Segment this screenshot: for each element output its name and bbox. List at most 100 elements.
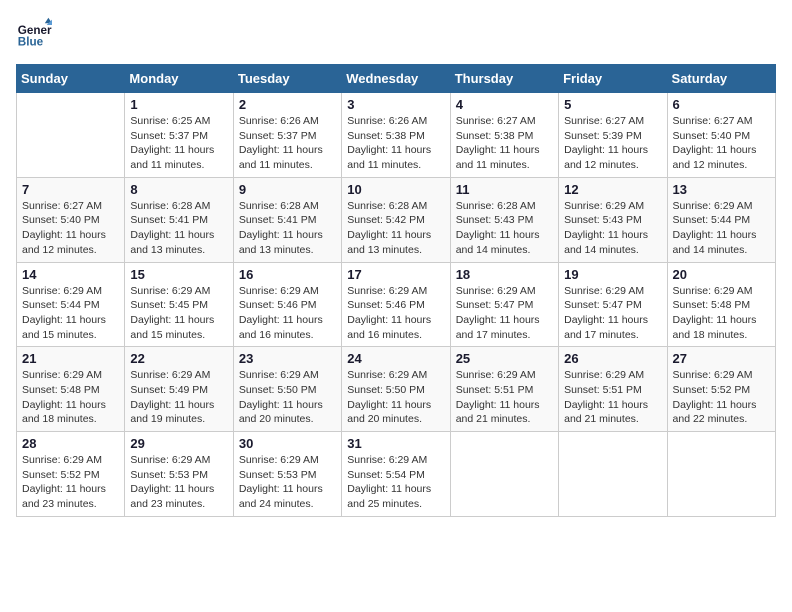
day-number: 7 [22,182,119,197]
day-number: 4 [456,97,553,112]
calendar-cell: 8 Sunrise: 6:28 AM Sunset: 5:41 PM Daylig… [125,177,233,262]
calendar-cell: 28Sunrise: 6:29 AM Sunset: 5:52 PM Dayli… [17,432,125,517]
day-number: 8 [130,182,227,197]
day-info: Sunrise: 6:29 AM Sunset: 5:49 PM Dayligh… [130,368,227,427]
day-info: Sunrise: 6:29 AM Sunset: 5:43 PM Dayligh… [564,199,661,258]
calendar-cell: 18 Sunrise: 6:29 AM Sunset: 5:47 PM Dayli… [450,262,558,347]
calendar-cell: 7 Sunrise: 6:27 AM Sunset: 5:40 PM Daylig… [17,177,125,262]
day-number: 3 [347,97,444,112]
calendar-header-row: SundayMondayTuesdayWednesdayThursdayFrid… [17,65,776,93]
day-number: 9 [239,182,336,197]
day-info: Sunrise: 6:29 AM Sunset: 5:44 PM Dayligh… [22,284,119,343]
day-number: 13 [673,182,770,197]
calendar-cell: 13 Sunrise: 6:29 AM Sunset: 5:44 PM Dayli… [667,177,775,262]
day-number: 15 [130,267,227,282]
calendar-cell: 9 Sunrise: 6:28 AM Sunset: 5:41 PM Daylig… [233,177,341,262]
day-number: 10 [347,182,444,197]
day-info: Sunrise: 6:26 AM Sunset: 5:37 PM Dayligh… [239,114,336,173]
calendar-cell: 30 Sunrise: 6:29 AM Sunset: 5:53 PM Dayli… [233,432,341,517]
day-info: Sunrise: 6:29 AM Sunset: 5:48 PM Dayligh… [673,284,770,343]
calendar-cell [559,432,667,517]
header-cell-wednesday: Wednesday [342,65,450,93]
day-number: 25 [456,351,553,366]
day-info: Sunrise: 6:29 AM Sunset: 5:50 PM Dayligh… [239,368,336,427]
calendar-cell: 12 Sunrise: 6:29 AM Sunset: 5:43 PM Dayli… [559,177,667,262]
day-info: Sunrise: 6:29 AM Sunset: 5:51 PM Dayligh… [456,368,553,427]
day-number: 1 [130,97,227,112]
calendar-cell: 19 Sunrise: 6:29 AM Sunset: 5:47 PM Dayli… [559,262,667,347]
calendar-week-row: 1 Sunrise: 6:25 AM Sunset: 5:37 PM Daylig… [17,93,776,178]
day-number: 2 [239,97,336,112]
calendar-week-row: 7 Sunrise: 6:27 AM Sunset: 5:40 PM Daylig… [17,177,776,262]
calendar-cell: 6Sunrise: 6:27 AM Sunset: 5:40 PM Daylig… [667,93,775,178]
day-info: Sunrise: 6:28 AM Sunset: 5:43 PM Dayligh… [456,199,553,258]
calendar-cell: 10Sunrise: 6:28 AM Sunset: 5:42 PM Dayli… [342,177,450,262]
day-info: Sunrise: 6:29 AM Sunset: 5:48 PM Dayligh… [22,368,119,427]
calendar-cell: 26 Sunrise: 6:29 AM Sunset: 5:51 PM Dayli… [559,347,667,432]
day-number: 5 [564,97,661,112]
day-info: Sunrise: 6:29 AM Sunset: 5:50 PM Dayligh… [347,368,444,427]
day-number: 21 [22,351,119,366]
day-info: Sunrise: 6:29 AM Sunset: 5:53 PM Dayligh… [130,453,227,512]
calendar-cell: 24 Sunrise: 6:29 AM Sunset: 5:50 PM Dayli… [342,347,450,432]
day-number: 17 [347,267,444,282]
calendar-cell: 20Sunrise: 6:29 AM Sunset: 5:48 PM Dayli… [667,262,775,347]
calendar-table: SundayMondayTuesdayWednesdayThursdayFrid… [16,64,776,517]
day-info: Sunrise: 6:29 AM Sunset: 5:46 PM Dayligh… [347,284,444,343]
day-info: Sunrise: 6:29 AM Sunset: 5:47 PM Dayligh… [564,284,661,343]
day-info: Sunrise: 6:26 AM Sunset: 5:38 PM Dayligh… [347,114,444,173]
header-cell-thursday: Thursday [450,65,558,93]
svg-text:Blue: Blue [18,36,44,49]
calendar-cell [450,432,558,517]
calendar-cell [667,432,775,517]
day-number: 19 [564,267,661,282]
calendar-cell: 4Sunrise: 6:27 AM Sunset: 5:38 PM Daylig… [450,93,558,178]
day-number: 12 [564,182,661,197]
day-info: Sunrise: 6:28 AM Sunset: 5:41 PM Dayligh… [130,199,227,258]
day-number: 11 [456,182,553,197]
calendar-cell: 25 Sunrise: 6:29 AM Sunset: 5:51 PM Dayli… [450,347,558,432]
header-cell-monday: Monday [125,65,233,93]
calendar-cell: 5Sunrise: 6:27 AM Sunset: 5:39 PM Daylig… [559,93,667,178]
calendar-cell: 3 Sunrise: 6:26 AM Sunset: 5:38 PM Daylig… [342,93,450,178]
day-info: Sunrise: 6:29 AM Sunset: 5:44 PM Dayligh… [673,199,770,258]
day-info: Sunrise: 6:29 AM Sunset: 5:54 PM Dayligh… [347,453,444,512]
day-info: Sunrise: 6:29 AM Sunset: 5:47 PM Dayligh… [456,284,553,343]
day-info: Sunrise: 6:29 AM Sunset: 5:46 PM Dayligh… [239,284,336,343]
day-number: 28 [22,436,119,451]
logo-icon: General Blue [16,16,52,52]
calendar-cell: 16 Sunrise: 6:29 AM Sunset: 5:46 PM Dayli… [233,262,341,347]
day-number: 24 [347,351,444,366]
day-number: 27 [673,351,770,366]
calendar-week-row: 21 Sunrise: 6:29 AM Sunset: 5:48 PM Dayli… [17,347,776,432]
day-number: 18 [456,267,553,282]
calendar-cell: 15 Sunrise: 6:29 AM Sunset: 5:45 PM Dayli… [125,262,233,347]
day-number: 29 [130,436,227,451]
day-number: 26 [564,351,661,366]
calendar-cell [17,93,125,178]
day-number: 16 [239,267,336,282]
day-info: Sunrise: 6:27 AM Sunset: 5:40 PM Dayligh… [22,199,119,258]
day-number: 14 [22,267,119,282]
calendar-cell: 11 Sunrise: 6:28 AM Sunset: 5:43 PM Dayli… [450,177,558,262]
calendar-cell: 22 Sunrise: 6:29 AM Sunset: 5:49 PM Dayli… [125,347,233,432]
day-number: 22 [130,351,227,366]
calendar-cell: 17 Sunrise: 6:29 AM Sunset: 5:46 PM Dayli… [342,262,450,347]
day-number: 6 [673,97,770,112]
day-info: Sunrise: 6:29 AM Sunset: 5:53 PM Dayligh… [239,453,336,512]
header-cell-friday: Friday [559,65,667,93]
calendar-cell: 21 Sunrise: 6:29 AM Sunset: 5:48 PM Dayli… [17,347,125,432]
day-info: Sunrise: 6:25 AM Sunset: 5:37 PM Dayligh… [130,114,227,173]
day-info: Sunrise: 6:29 AM Sunset: 5:45 PM Dayligh… [130,284,227,343]
calendar-cell: 27Sunrise: 6:29 AM Sunset: 5:52 PM Dayli… [667,347,775,432]
day-info: Sunrise: 6:28 AM Sunset: 5:41 PM Dayligh… [239,199,336,258]
logo: General Blue [16,16,56,52]
header-cell-tuesday: Tuesday [233,65,341,93]
day-number: 30 [239,436,336,451]
calendar-cell: 23Sunrise: 6:29 AM Sunset: 5:50 PM Dayli… [233,347,341,432]
calendar-week-row: 28Sunrise: 6:29 AM Sunset: 5:52 PM Dayli… [17,432,776,517]
calendar-week-row: 14 Sunrise: 6:29 AM Sunset: 5:44 PM Dayli… [17,262,776,347]
calendar-cell: 1 Sunrise: 6:25 AM Sunset: 5:37 PM Daylig… [125,93,233,178]
day-info: Sunrise: 6:29 AM Sunset: 5:51 PM Dayligh… [564,368,661,427]
calendar-cell: 14 Sunrise: 6:29 AM Sunset: 5:44 PM Dayli… [17,262,125,347]
